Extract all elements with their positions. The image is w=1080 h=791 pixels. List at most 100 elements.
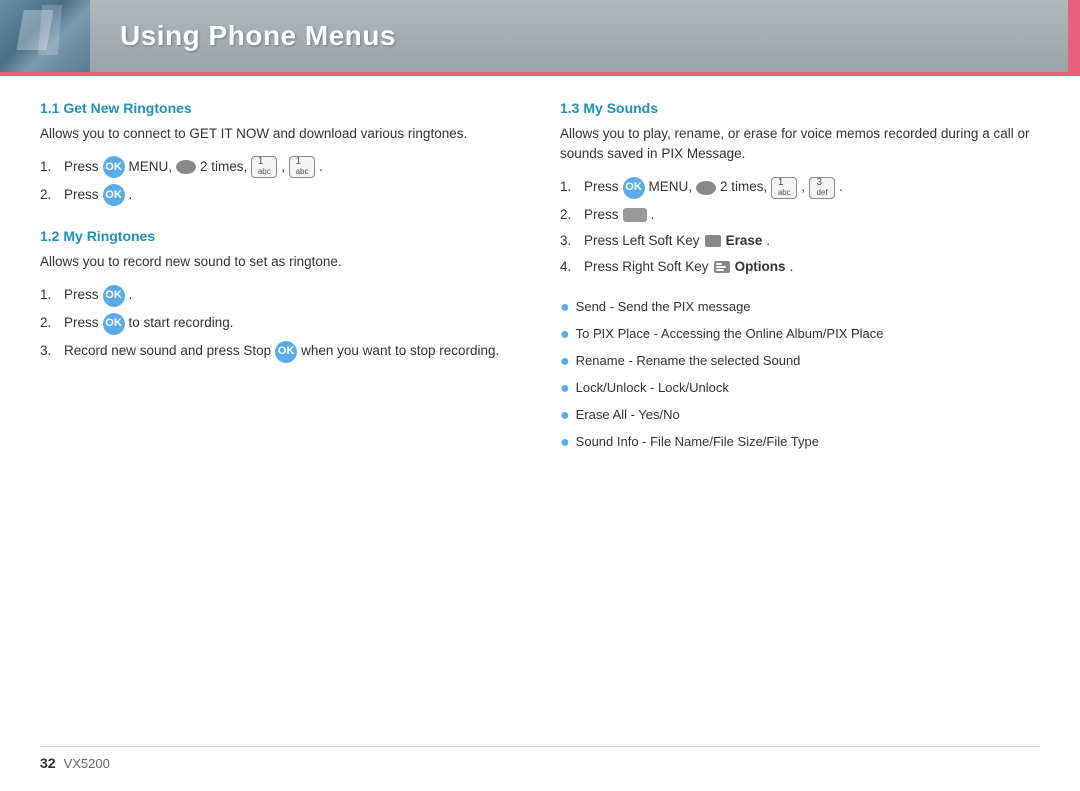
press-label: Press [64,185,99,205]
period-sep: . [319,157,323,177]
step-num: 2. [40,313,60,333]
record-label: Record new sound and press Stop [64,341,271,361]
step-row: Press OK to start recording. [64,313,234,335]
bullet-dot: ● [560,323,570,347]
when-stop: when you want to stop recording. [301,341,499,361]
period-sep: . [839,177,843,197]
step-num: 1. [40,285,60,305]
ok-badge: OK [103,313,125,335]
step-row: Press . [584,205,654,225]
header-accent-bar [1068,0,1080,72]
press-label: Press [64,285,99,305]
section-1-3-title: 1.3 My Sounds [560,100,1040,116]
bullet-item-erase-all: ● Erase All - Yes/No [560,405,1040,428]
soft-key-icon [623,208,647,222]
step-row: Record new sound and press Stop OK when … [64,341,499,363]
step-row: Press OK . [64,285,132,307]
section-1-1-desc: Allows you to connect to GET IT NOW and … [40,124,520,144]
press-label: Press [64,313,99,333]
ok-badge: OK [103,156,125,178]
page-number: 32 [40,755,56,771]
erase-icon [704,233,722,249]
bullet-item-pix: ● To PIX Place - Accessing the Online Al… [560,324,1040,347]
bullet-text: Erase All - Yes/No [576,405,680,425]
section-1-2-title: 1.2 My Ringtones [40,228,520,244]
step-1-1-1: 1. Press OK MENU, 2 times, 1abc , 1abc . [40,156,520,178]
header-image [0,0,90,72]
step-1-3-1: 1. Press OK MENU, 2 times, 1abc , 3def . [560,177,1040,199]
step-1-3-2: 2. Press . [560,205,1040,225]
page-header: Using Phone Menus [0,0,1080,72]
bullet-item-lock: ● Lock/Unlock - Lock/Unlock [560,378,1040,401]
step-1-1-2: 2. Press OK . [40,184,520,206]
step-num: 2. [40,185,60,205]
step-1-3-4: 4. Press Right Soft Key Options. [560,257,1040,277]
key-3: 3def [809,177,835,199]
step-row: Press Right Soft Key Options. [584,257,793,277]
ok-badge: OK [623,177,645,199]
options-icon [713,259,731,275]
step-num: 3. [40,341,60,361]
page-title: Using Phone Menus [120,20,396,52]
bullet-item-send: ● Send - Send the PIX message [560,297,1040,320]
bullet-dot: ● [560,377,570,401]
to-start: to start recording. [129,313,234,333]
menu-label: MENU, [129,157,173,177]
step-num: 1. [40,157,60,177]
step-1-2-3: 3. Record new sound and press Stop OK wh… [40,341,520,363]
step-num: 3. [560,231,580,251]
bullet-text: Send - Send the PIX message [576,297,751,317]
section-1-3-desc: Allows you to play, rename, or erase for… [560,124,1040,165]
comma-sep: , [281,157,285,177]
bullet-dot: ● [560,431,570,455]
step-row: Press Left Soft Key Erase. [584,231,770,251]
nav-key [176,160,196,174]
model-name: VX5200 [64,756,110,771]
section-1-1-title: 1.1 Get New Ringtones [40,100,520,116]
bullet-item-rename: ● Rename - Rename the selected Sound [560,351,1040,374]
press-left-soft-key-label: Press Left Soft Key [584,231,700,251]
step-1-3-3: 3. Press Left Soft Key Erase. [560,231,1040,251]
key-1a: 1abc [251,156,277,178]
menu-label: MENU, [649,177,693,197]
times-label: 2 times, [200,157,247,177]
step-1-2-2: 2. Press OK to start recording. [40,313,520,335]
section-1-1-steps: 1. Press OK MENU, 2 times, 1abc , 1abc . [40,156,520,206]
erase-label: Erase [726,231,763,251]
section-1-2-steps: 1. Press OK . 2. Press OK to start recor… [40,285,520,363]
period: . [651,205,655,225]
options-bullet-list: ● Send - Send the PIX message ● To PIX P… [560,297,1040,455]
bullet-text: Lock/Unlock - Lock/Unlock [576,378,729,398]
step-1-2-1: 1. Press OK . [40,285,520,307]
bullet-dot: ● [560,296,570,320]
press-label: Press [584,205,619,225]
step-num: 1. [560,177,580,197]
bullet-item-sound-info: ● Sound Info - File Name/File Size/File … [560,432,1040,455]
section-1-2-desc: Allows you to record new sound to set as… [40,252,520,272]
step-row: Press OK MENU, 2 times, 1abc , 3def . [584,177,843,199]
section-1-3: 1.3 My Sounds Allows you to play, rename… [560,100,1040,455]
ok-badge: OK [103,285,125,307]
options-label: Options [735,257,786,277]
step-row: Press OK MENU, 2 times, 1abc , 1abc . [64,156,323,178]
times-label: 2 times, [720,177,767,197]
period: . [129,285,133,305]
key-1: 1abc [771,177,797,199]
press-label: Press [584,177,619,197]
main-content: 1.1 Get New Ringtones Allows you to conn… [0,76,1080,501]
section-1-3-steps: 1. Press OK MENU, 2 times, 1abc , 3def . [560,177,1040,278]
key-1b: 1abc [289,156,315,178]
step-num: 4. [560,257,580,277]
left-column: 1.1 Get New Ringtones Allows you to conn… [40,100,520,477]
ok-badge: OK [103,184,125,206]
bullet-text: To PIX Place - Accessing the Online Albu… [576,324,884,344]
press-label: Press [64,157,99,177]
step-num: 2. [560,205,580,225]
step-row: Press OK . [64,184,132,206]
period: . [790,257,794,277]
comma-sep: , [801,177,805,197]
bullet-dot: ● [560,350,570,374]
bullet-dot: ● [560,404,570,428]
section-1-1: 1.1 Get New Ringtones Allows you to conn… [40,100,520,206]
bullet-text: Sound Info - File Name/File Size/File Ty… [576,432,819,452]
